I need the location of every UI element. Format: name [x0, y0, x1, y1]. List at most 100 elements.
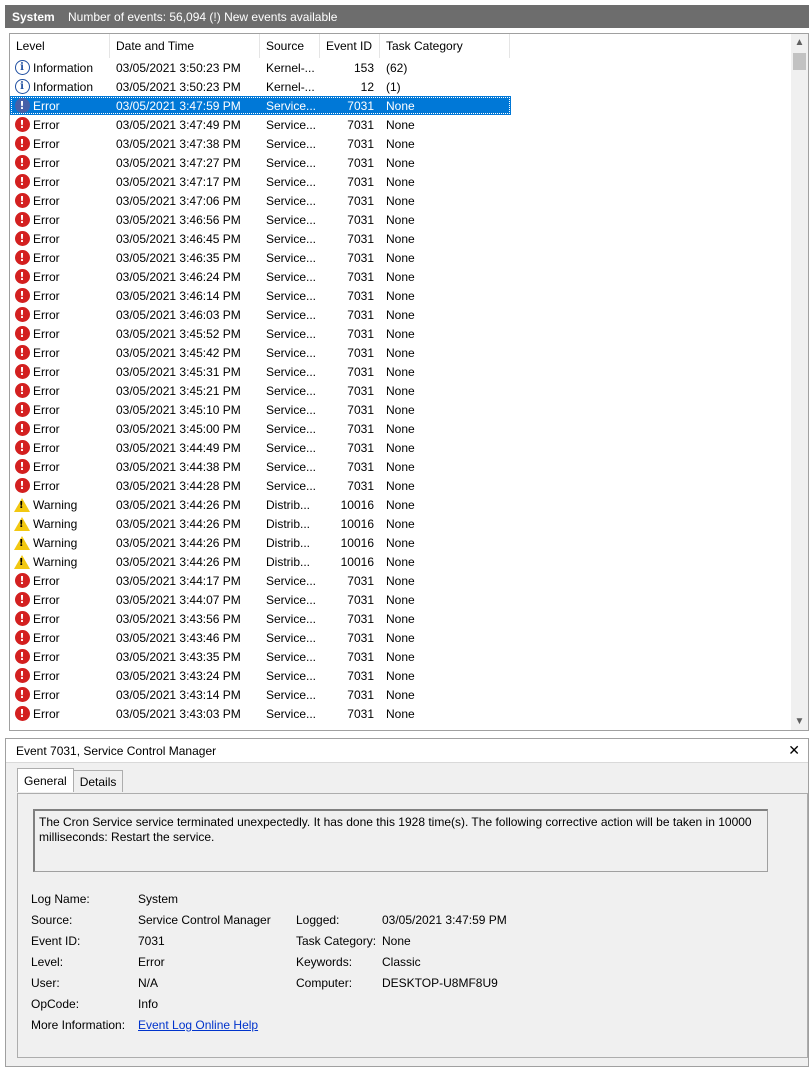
event-row[interactable]: ! Warning 03/05/2021 3:44:26 PM Distrib... 1… — [10, 514, 793, 533]
scrollbar-thumb[interactable] — [793, 53, 806, 70]
date-cell: 03/05/2021 3:44:26 PM — [116, 535, 241, 550]
scroll-up-icon[interactable]: ▲ — [791, 34, 808, 51]
level-text: Error — [33, 98, 60, 113]
event-row[interactable]: ! Error 03/05/2021 3:43:14 PM Service... 703… — [10, 685, 793, 704]
date-cell: 03/05/2021 3:45:42 PM — [116, 345, 241, 360]
event-row[interactable]: ! Error 03/05/2021 3:44:28 PM Service... 703… — [10, 476, 793, 495]
column-header-date[interactable]: Date and Time — [110, 34, 260, 58]
level-text: Error — [33, 459, 60, 474]
error-icon: ! — [14, 611, 30, 627]
event-row[interactable]: ! Error 03/05/2021 3:45:42 PM Service... 703… — [10, 343, 793, 362]
event-row[interactable]: ! Warning 03/05/2021 3:44:26 PM Distrib... 1… — [10, 533, 793, 552]
level-cell: ! Error — [10, 421, 110, 437]
error-icon: ! — [14, 307, 30, 323]
details-tabs: General Details — [17, 768, 124, 792]
column-header-source[interactable]: Source — [260, 34, 320, 58]
event-row[interactable]: ! Error 03/05/2021 3:45:31 PM Service... 703… — [10, 362, 793, 381]
task-category-cell: None — [386, 193, 415, 208]
level-cell: ! Warning — [10, 497, 110, 513]
warning-icon: ! — [14, 535, 30, 551]
event-row[interactable]: ! Error 03/05/2021 3:47:17 PM Service... 703… — [10, 172, 793, 191]
level-cell: ! Error — [10, 307, 110, 323]
event-row[interactable]: i Information 03/05/2021 3:50:23 PM Kernel-… — [10, 58, 793, 77]
event-details-pane: Event 7031, Service Control Manager ✕ Ge… — [5, 738, 809, 1067]
event-row[interactable]: ! Error 03/05/2021 3:46:45 PM Service... 703… — [10, 229, 793, 248]
column-header-event-id[interactable]: Event ID — [320, 34, 380, 58]
event-row[interactable]: ! Error 03/05/2021 3:45:21 PM Service... 703… — [10, 381, 793, 400]
level-cell: ! Error — [10, 250, 110, 266]
opcode-label: OpCode: — [31, 997, 80, 1011]
event-row[interactable]: ! Error 03/05/2021 3:46:24 PM Service... 703… — [10, 267, 793, 286]
event-row[interactable]: ! Warning 03/05/2021 3:44:26 PM Distrib... 1… — [10, 552, 793, 571]
close-icon[interactable]: ✕ — [788, 739, 800, 763]
event-row[interactable]: ! Error 03/05/2021 3:46:14 PM Service... 703… — [10, 286, 793, 305]
task-category-cell: None — [386, 174, 415, 189]
event-row[interactable]: ! Error 03/05/2021 3:44:38 PM Service... 703… — [10, 457, 793, 476]
date-cell: 03/05/2021 3:43:56 PM — [116, 611, 241, 626]
event-row[interactable]: ! Error 03/05/2021 3:45:10 PM Service... 703… — [10, 400, 793, 419]
event-row[interactable]: ! Error 03/05/2021 3:43:56 PM Service... 703… — [10, 609, 793, 628]
event-row[interactable]: ! Error 03/05/2021 3:46:35 PM Service... 703… — [10, 248, 793, 267]
event-row[interactable]: ! Error 03/05/2021 3:46:56 PM Service... 703… — [10, 210, 793, 229]
vertical-scrollbar[interactable]: ▲ ▼ — [791, 34, 808, 730]
computer-value: DESKTOP-U8MF8U9 — [382, 976, 498, 990]
event-row[interactable]: ! Warning 03/05/2021 3:44:26 PM Distrib... 1… — [10, 495, 793, 514]
level-cell: ! Warning — [10, 516, 110, 532]
event-row[interactable]: ! Error 03/05/2021 3:43:35 PM Service... 703… — [10, 647, 793, 666]
event-id-cell: 7031 — [347, 326, 374, 341]
scroll-down-icon[interactable]: ▼ — [791, 713, 808, 730]
event-row[interactable]: i Information 03/05/2021 3:50:23 PM Kernel-… — [10, 77, 793, 96]
source-cell: Service... — [266, 174, 317, 189]
task-category-cell: None — [386, 649, 415, 664]
event-row[interactable]: ! Error 03/05/2021 3:47:27 PM Service... 703… — [10, 153, 793, 172]
task-category-cell: None — [386, 440, 415, 455]
event-list[interactable]: Level Date and Time Source Event ID Task… — [9, 33, 809, 731]
event-row[interactable]: ! Error 03/05/2021 3:47:06 PM Service... 703… — [10, 191, 793, 210]
column-header-task-category[interactable]: Task Category — [380, 34, 510, 58]
user-label: User: — [31, 976, 60, 990]
event-row[interactable]: ! Error 03/05/2021 3:47:49 PM Service... 703… — [10, 115, 793, 134]
event-row[interactable]: ! Error 03/05/2021 3:44:49 PM Service... 703… — [10, 438, 793, 457]
column-header-level[interactable]: Level — [10, 34, 110, 58]
event-row[interactable]: ! Error 03/05/2021 3:46:03 PM Service... 703… — [10, 305, 793, 324]
task-category-cell: None — [386, 497, 415, 512]
log-title-bar: System Number of events: 56,094 (!) New … — [5, 5, 809, 28]
source-cell: Distrib... — [266, 516, 311, 531]
level-cell: ! Error — [10, 668, 110, 684]
level-text: Error — [33, 630, 60, 645]
date-cell: 03/05/2021 3:43:03 PM — [116, 706, 241, 721]
event-row[interactable]: ! Error 03/05/2021 3:47:38 PM Service... 703… — [10, 134, 793, 153]
date-cell: 03/05/2021 3:43:14 PM — [116, 687, 241, 702]
source-cell: Kernel-... — [266, 60, 315, 75]
event-description[interactable]: The Cron Service service terminated unex… — [33, 809, 768, 872]
log-name-label: Log Name: — [31, 892, 90, 906]
level-cell: ! Error — [10, 345, 110, 361]
tab-details[interactable]: Details — [72, 770, 124, 792]
event-id-cell: 7031 — [347, 174, 374, 189]
event-id-cell: 7031 — [347, 136, 374, 151]
error-icon: ! — [14, 269, 30, 285]
level-text: Error — [33, 117, 60, 132]
event-row[interactable]: ! Error 03/05/2021 3:44:17 PM Service... 703… — [10, 571, 793, 590]
date-cell: 03/05/2021 3:46:03 PM — [116, 307, 241, 322]
event-row[interactable]: ! Error 03/05/2021 3:44:07 PM Service... 703… — [10, 590, 793, 609]
error-icon: ! — [14, 440, 30, 456]
event-row[interactable]: ! Error 03/05/2021 3:43:46 PM Service... 703… — [10, 628, 793, 647]
event-row[interactable]: ! Error 03/05/2021 3:43:03 PM Service... 703… — [10, 704, 793, 723]
date-cell: 03/05/2021 3:47:38 PM — [116, 136, 241, 151]
event-row[interactable]: ! Error 03/05/2021 3:45:00 PM Service... 703… — [10, 419, 793, 438]
level-cell: ! Error — [10, 649, 110, 665]
event-log-online-help-link[interactable]: Event Log Online Help — [138, 1015, 258, 1036]
user-value: N/A — [138, 976, 159, 990]
source-cell: Service... — [266, 402, 317, 417]
tab-general[interactable]: General — [17, 768, 74, 792]
level-label: Level: — [31, 955, 64, 969]
level-cell: ! Error — [10, 383, 110, 399]
event-row[interactable]: ! Error 03/05/2021 3:45:52 PM Service... 703… — [10, 324, 793, 343]
event-row[interactable]: ! Error 03/05/2021 3:43:24 PM Service... 703… — [10, 666, 793, 685]
date-cell: 03/05/2021 3:45:00 PM — [116, 421, 241, 436]
event-id-value: 7031 — [138, 934, 165, 948]
source-cell: Service... — [266, 592, 317, 607]
event-row[interactable]: ! Error 03/05/2021 3:47:59 PM Service... 703… — [10, 96, 511, 115]
event-id-cell: 7031 — [347, 592, 374, 607]
